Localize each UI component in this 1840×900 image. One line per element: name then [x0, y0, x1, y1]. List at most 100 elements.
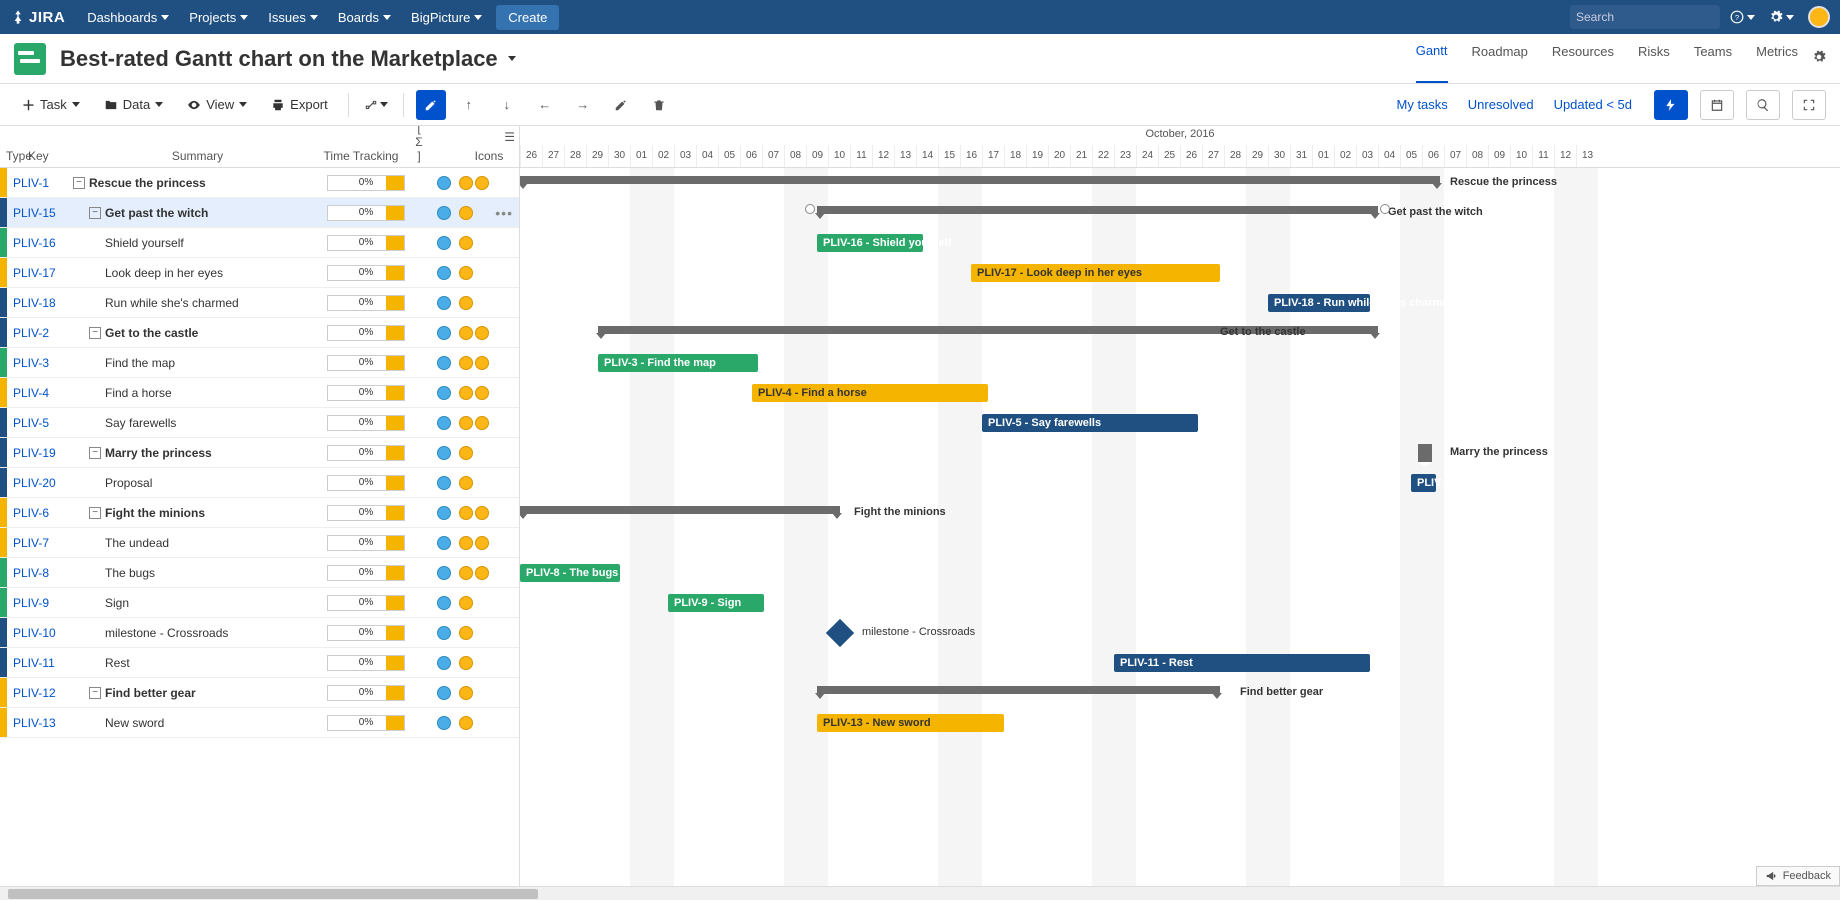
user-avatar[interactable]: [1808, 6, 1830, 28]
col-tracking[interactable]: Time Tracking: [313, 145, 409, 167]
task-key[interactable]: PLIV-2: [7, 326, 69, 340]
task-row[interactable]: PLIV-17Look deep in her eyes0%: [0, 258, 519, 288]
nav-item-bigpicture[interactable]: BigPicture: [403, 6, 490, 29]
filter-updated-5d[interactable]: Updated < 5d: [1544, 97, 1642, 112]
time-tracking[interactable]: 0%: [327, 445, 405, 461]
task-key[interactable]: PLIV-18: [7, 296, 69, 310]
tab-teams[interactable]: Teams: [1694, 34, 1732, 83]
edit-mode-button[interactable]: [416, 90, 446, 120]
task-key[interactable]: PLIV-9: [7, 596, 69, 610]
col-type[interactable]: Type: [0, 145, 22, 167]
col-sigma[interactable]: [ Σ ]: [409, 126, 429, 167]
arrow-left-icon[interactable]: ←: [530, 90, 560, 120]
task-key[interactable]: PLIV-5: [7, 416, 69, 430]
time-tracking[interactable]: 0%: [327, 655, 405, 671]
horizontal-scrollbar[interactable]: [0, 886, 1840, 900]
collapse-columns-icon[interactable]: ☰: [504, 130, 515, 144]
trash-icon[interactable]: [644, 90, 674, 120]
collapse-icon[interactable]: −: [89, 507, 101, 519]
task-key[interactable]: PLIV-3: [7, 356, 69, 370]
gantt-bar[interactable]: PLIV-5 - Say farewells: [982, 414, 1198, 432]
time-tracking[interactable]: 0%: [327, 235, 405, 251]
jira-logo[interactable]: JIRA: [10, 9, 65, 26]
task-row[interactable]: PLIV-1−Rescue the princess0%: [0, 168, 519, 198]
pencil-icon[interactable]: [606, 90, 636, 120]
gantt-milestone[interactable]: [826, 619, 854, 647]
export-button[interactable]: Export: [263, 93, 336, 116]
task-key[interactable]: PLIV-12: [7, 686, 69, 700]
time-tracking[interactable]: 0%: [327, 265, 405, 281]
gantt-bar[interactable]: PLIV-4 - Find a horse: [752, 384, 988, 402]
task-row[interactable]: PLIV-9Sign0%: [0, 588, 519, 618]
collapse-icon[interactable]: −: [89, 447, 101, 459]
time-tracking[interactable]: 0%: [327, 685, 405, 701]
tab-resources[interactable]: Resources: [1552, 34, 1614, 83]
arrow-down-icon[interactable]: ↓: [492, 90, 522, 120]
col-icons[interactable]: Icons: [459, 145, 519, 167]
help-icon[interactable]: ?: [1730, 10, 1755, 24]
nav-item-dashboards[interactable]: Dashboards: [79, 6, 177, 29]
collapse-icon[interactable]: −: [89, 207, 101, 219]
task-key[interactable]: PLIV-16: [7, 236, 69, 250]
time-tracking[interactable]: 0%: [327, 625, 405, 641]
task-key[interactable]: PLIV-13: [7, 716, 69, 730]
filter-unresolved[interactable]: Unresolved: [1458, 97, 1544, 112]
arrow-right-icon[interactable]: →: [568, 90, 598, 120]
task-row[interactable]: PLIV-6−Fight the minions0%: [0, 498, 519, 528]
tab-gantt[interactable]: Gantt: [1416, 34, 1448, 83]
task-key[interactable]: PLIV-10: [7, 626, 69, 640]
time-tracking[interactable]: 0%: [327, 565, 405, 581]
task-row[interactable]: PLIV-16Shield yourself0%: [0, 228, 519, 258]
create-button[interactable]: Create: [496, 5, 559, 30]
gear-icon[interactable]: [1769, 10, 1794, 24]
task-row[interactable]: PLIV-19−Marry the princess0%: [0, 438, 519, 468]
time-tracking[interactable]: 0%: [327, 325, 405, 341]
gantt-bar[interactable]: PLIV-11 - Rest: [1114, 654, 1370, 672]
task-key[interactable]: PLIV-1: [7, 176, 69, 190]
time-tracking[interactable]: 0%: [327, 205, 405, 221]
calendar-button[interactable]: [1700, 90, 1734, 120]
title-dropdown-icon[interactable]: [508, 56, 516, 61]
task-key[interactable]: PLIV-19: [7, 446, 69, 460]
time-tracking[interactable]: 0%: [327, 415, 405, 431]
task-row[interactable]: PLIV-12−Find better gear0%: [0, 678, 519, 708]
gantt-bar[interactable]: PLIV-16 - Shield yourself: [817, 234, 923, 252]
task-row[interactable]: PLIV-7The undead0%: [0, 528, 519, 558]
gantt-group-bar[interactable]: [520, 506, 840, 514]
task-row[interactable]: PLIV-13New sword0%: [0, 708, 519, 738]
scrollbar-thumb[interactable]: [8, 889, 538, 899]
task-row[interactable]: PLIV-5Say farewells0%: [0, 408, 519, 438]
task-row[interactable]: PLIV-18Run while she's charmed0%: [0, 288, 519, 318]
flash-button[interactable]: [1654, 90, 1688, 120]
gantt-bar[interactable]: PLIV-18 - Run while she's charmed: [1268, 294, 1370, 312]
nav-item-boards[interactable]: Boards: [330, 6, 399, 29]
task-row[interactable]: PLIV-15−Get past the witch0%•••: [0, 198, 519, 228]
tab-roadmap[interactable]: Roadmap: [1472, 34, 1528, 83]
time-tracking[interactable]: 0%: [327, 535, 405, 551]
gantt-bar[interactable]: PLIV: [1411, 474, 1436, 492]
gantt-bar[interactable]: PLIV-17 - Look deep in her eyes: [971, 264, 1220, 282]
time-tracking[interactable]: 0%: [327, 355, 405, 371]
gantt-group-bar[interactable]: [520, 176, 1440, 184]
gantt-bar[interactable]: PLIV-9 - Sign: [668, 594, 764, 612]
feedback-button[interactable]: Feedback: [1756, 866, 1840, 886]
task-key[interactable]: PLIV-20: [7, 476, 69, 490]
gantt-bar[interactable]: PLIV-13 - New sword: [817, 714, 1004, 732]
col-summary[interactable]: Summary: [82, 145, 313, 167]
nav-item-projects[interactable]: Projects: [181, 6, 256, 29]
task-key[interactable]: PLIV-6: [7, 506, 69, 520]
collapse-icon[interactable]: −: [89, 687, 101, 699]
collapse-icon[interactable]: −: [73, 177, 85, 189]
gantt-group-bar[interactable]: [817, 686, 1220, 694]
filter-my-tasks[interactable]: My tasks: [1387, 97, 1458, 112]
time-tracking[interactable]: 0%: [327, 715, 405, 731]
time-tracking[interactable]: 0%: [327, 475, 405, 491]
task-key[interactable]: PLIV-8: [7, 566, 69, 580]
task-key[interactable]: PLIV-15: [7, 206, 69, 220]
task-key[interactable]: PLIV-17: [7, 266, 69, 280]
gantt-bookmark[interactable]: [1418, 444, 1432, 462]
task-key[interactable]: PLIV-4: [7, 386, 69, 400]
search-box[interactable]: [1570, 5, 1720, 29]
fullscreen-button[interactable]: [1792, 90, 1826, 120]
gantt-bar[interactable]: PLIV-8 - The bugs: [520, 564, 620, 582]
